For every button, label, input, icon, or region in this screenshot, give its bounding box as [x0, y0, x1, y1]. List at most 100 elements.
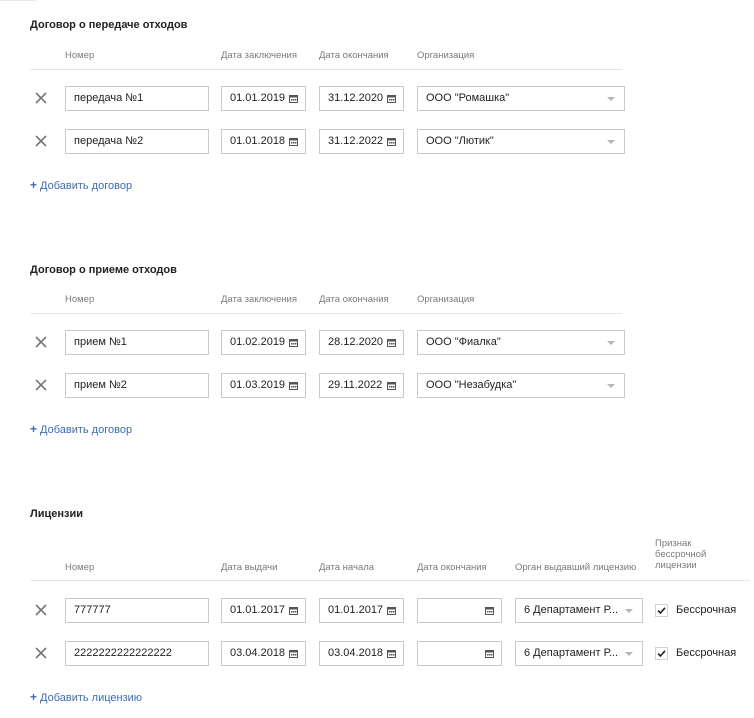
- add-contract-link[interactable]: + Добавить договор: [30, 422, 132, 436]
- number-input[interactable]: прием №2: [65, 373, 209, 398]
- calendar-icon: [387, 607, 396, 615]
- calendar-icon: [289, 339, 298, 347]
- section-title: Договор о приеме отходов: [30, 264, 177, 276]
- close-icon[interactable]: [34, 603, 48, 617]
- column-header-organization: Организация: [417, 294, 475, 305]
- perpetual-checkbox[interactable]: [655, 604, 668, 617]
- select-value: ООО "Фиалка": [426, 336, 501, 348]
- column-header-number: Номер: [65, 50, 95, 61]
- close-icon[interactable]: [34, 378, 48, 392]
- header-divider: [30, 313, 622, 314]
- calendar-icon: [485, 650, 494, 658]
- chevron-down-icon: [607, 97, 615, 101]
- end-date-input[interactable]: 29.11.2022: [319, 373, 404, 398]
- plus-icon: +: [30, 690, 38, 704]
- add-license-label: Добавить лицензию: [40, 692, 143, 704]
- select-value: 6 Департамент Р...: [524, 647, 618, 659]
- perpetual-label: Бессрочная: [676, 647, 737, 659]
- conclusion-date-input[interactable]: 01.03.2019: [221, 373, 306, 398]
- column-header-end-date: Дата окончания: [417, 562, 487, 573]
- organization-select[interactable]: ООО "Фиалка": [417, 330, 625, 355]
- close-icon[interactable]: [34, 646, 48, 660]
- section-title: Договор о передаче отходов: [30, 19, 188, 31]
- add-license-link[interactable]: + Добавить лицензию: [30, 690, 142, 704]
- conclusion-date-input[interactable]: 01.01.2018: [221, 129, 306, 154]
- column-header-perpetual: Признак бессрочной лицензии: [655, 538, 707, 571]
- date-value: 29.11.2022: [328, 379, 383, 391]
- date-value: 03.04.2018: [230, 647, 286, 659]
- date-value: 01.01.2017: [230, 604, 286, 616]
- issuer-select[interactable]: 6 Департамент Р...: [515, 598, 643, 623]
- calendar-icon: [289, 650, 298, 658]
- calendar-icon: [387, 339, 396, 347]
- close-icon[interactable]: [34, 335, 48, 349]
- column-header-conclusion-date: Дата заключения: [221, 50, 297, 61]
- chevron-down-icon: [607, 384, 615, 388]
- end-date-input[interactable]: [417, 598, 502, 623]
- header-divider: [30, 69, 622, 70]
- chevron-down-icon: [607, 341, 615, 345]
- start-date-input[interactable]: 03.04.2018: [319, 641, 404, 666]
- top-divider: [0, 0, 36, 1]
- calendar-icon: [289, 607, 298, 615]
- calendar-icon: [387, 650, 396, 658]
- date-value: 01.02.2019: [230, 336, 286, 348]
- calendar-icon: [289, 95, 298, 103]
- column-header-end-date: Дата окончания: [319, 294, 389, 305]
- number-input[interactable]: передача №2: [65, 129, 209, 154]
- calendar-icon: [387, 138, 396, 146]
- issue-date-input[interactable]: 01.01.2017: [221, 598, 306, 623]
- section-title: Лицензии: [30, 508, 83, 520]
- conclusion-date-input[interactable]: 01.02.2019: [221, 330, 306, 355]
- end-date-input[interactable]: 28.12.2020: [319, 330, 404, 355]
- conclusion-date-input[interactable]: 01.01.2019: [221, 86, 306, 111]
- column-header-number: Номер: [65, 562, 95, 573]
- perpetual-label: Бессрочная: [676, 604, 737, 616]
- calendar-icon: [289, 382, 298, 390]
- column-header-start-date: Дата начала: [319, 562, 375, 573]
- add-contract-label: Добавить договор: [40, 180, 133, 192]
- chevron-down-icon: [625, 609, 633, 613]
- date-value: 28.12.2020: [328, 336, 384, 348]
- close-icon[interactable]: [34, 134, 48, 148]
- select-value: ООО "Лютик": [426, 135, 494, 147]
- organization-select[interactable]: ООО "Ромашка": [417, 86, 625, 111]
- license-number-input[interactable]: 777777: [65, 598, 209, 623]
- select-value: ООО "Незабудка": [426, 379, 517, 391]
- date-value: 01.01.2019: [230, 92, 286, 104]
- organization-select[interactable]: ООО "Лютик": [417, 129, 625, 154]
- date-value: 01.01.2017: [328, 604, 384, 616]
- issuer-select[interactable]: 6 Департамент Р...: [515, 641, 643, 666]
- close-icon[interactable]: [34, 91, 48, 105]
- calendar-icon: [387, 95, 396, 103]
- number-input[interactable]: передача №1: [65, 86, 209, 111]
- calendar-icon: [485, 607, 494, 615]
- checkmark-icon: [657, 607, 666, 615]
- number-input[interactable]: прием №1: [65, 330, 209, 355]
- select-value: ООО "Ромашка": [426, 92, 510, 104]
- select-value: 6 Департамент Р...: [524, 604, 618, 616]
- perpetual-checkbox[interactable]: [655, 647, 668, 660]
- date-value: 03.04.2018: [328, 647, 384, 659]
- date-value: 01.03.2019: [230, 379, 286, 391]
- column-header-number: Номер: [65, 294, 95, 305]
- add-contract-label: Добавить договор: [40, 424, 133, 436]
- license-number-input[interactable]: 2222222222222222: [65, 641, 209, 666]
- column-header-end-date: Дата окончания: [319, 50, 389, 61]
- organization-select[interactable]: ООО "Незабудка": [417, 373, 625, 398]
- header-divider: [30, 580, 750, 581]
- column-header-issuer: Орган выдавший лицензию: [515, 562, 637, 573]
- add-contract-link[interactable]: + Добавить договор: [30, 178, 132, 192]
- end-date-input[interactable]: 31.12.2020: [319, 86, 404, 111]
- plus-icon: +: [30, 422, 38, 436]
- end-date-input[interactable]: 31.12.2022: [319, 129, 404, 154]
- end-date-input[interactable]: [417, 641, 502, 666]
- date-value: 01.01.2018: [230, 135, 286, 147]
- chevron-down-icon: [625, 652, 633, 656]
- issue-date-input[interactable]: 03.04.2018: [221, 641, 306, 666]
- column-header-issue-date: Дата выдачи: [221, 562, 278, 573]
- start-date-input[interactable]: 01.01.2017: [319, 598, 404, 623]
- column-header-conclusion-date: Дата заключения: [221, 294, 297, 305]
- date-value: 31.12.2022: [328, 135, 384, 147]
- date-value: 31.12.2020: [328, 92, 384, 104]
